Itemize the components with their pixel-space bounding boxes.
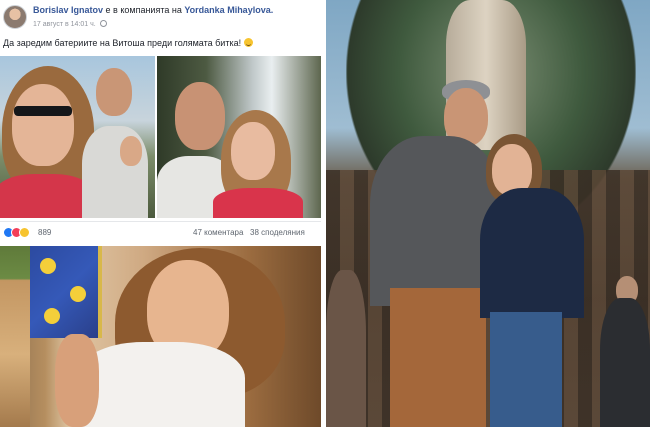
person-bystander-right (594, 276, 650, 427)
companion-prefix: е в компанията на (105, 5, 182, 15)
person-bystander-left (326, 250, 366, 427)
reaction-count[interactable]: 889 (38, 228, 51, 237)
person-woman-curly (213, 56, 313, 218)
reaction-icons[interactable] (3, 227, 37, 238)
comments-count-link[interactable]: 47 коментара (193, 228, 243, 237)
post-timestamp[interactable]: 17 август в 14:01 ч. (33, 21, 96, 28)
author-name-link[interactable]: Borislav Ignatov (33, 5, 103, 15)
background-shelf (0, 246, 30, 427)
facebook-post: Borislav Ignatov е в компанията на Yorda… (0, 0, 321, 244)
author-avatar[interactable] (3, 5, 27, 29)
post-text: Да заредим батериите на Витоша преди гол… (3, 38, 253, 48)
wow-icon (19, 227, 30, 238)
author-line: Borislav Ignatov е в компанията на Yorda… (33, 5, 273, 15)
smile-emoji-icon (243, 38, 253, 47)
person-woman-white-top (55, 246, 295, 427)
companion-name-link[interactable]: Yordanka Mihaylova. (184, 5, 273, 15)
photo-woman-white-top (0, 246, 321, 427)
reactions-bar: 889 47 коментара 38 споделяния (0, 221, 321, 243)
photo-couple-cathedral (326, 0, 650, 427)
post-message: Да заредим батериите на Витоша преди гол… (3, 38, 242, 48)
post-photo-1[interactable] (0, 56, 155, 218)
globe-icon (99, 20, 107, 27)
person-woman-navy-jacket (480, 132, 596, 427)
post-photo-2[interactable] (157, 56, 321, 218)
shares-count-link[interactable]: 38 споделяния (250, 228, 305, 237)
person-man-waving (78, 56, 155, 218)
post-header: Borislav Ignatov е в компанията на Yorda… (0, 0, 321, 36)
post-meta: 17 август в 14:01 ч. (33, 20, 107, 28)
